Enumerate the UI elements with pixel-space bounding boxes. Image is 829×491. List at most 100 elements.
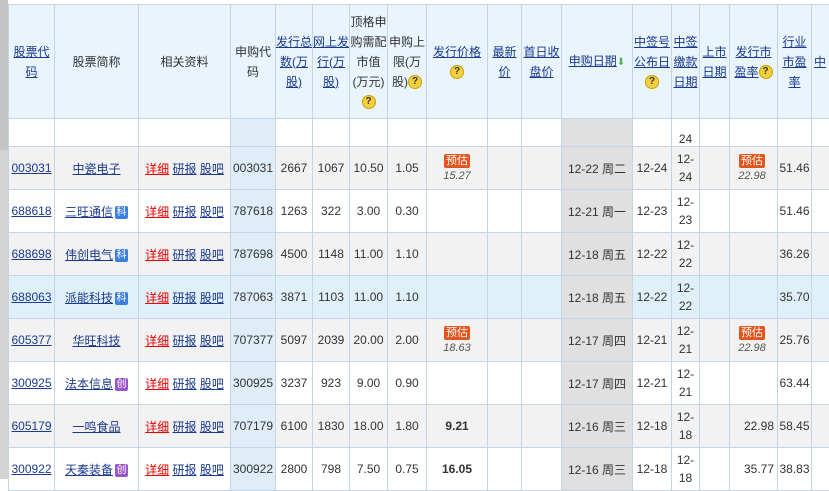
detail-link[interactable]: 详细 (145, 334, 169, 348)
detail-link[interactable]: 详细 (145, 377, 169, 391)
stock-name-link[interactable]: 伟创电气 (65, 248, 113, 262)
sub-code: 787698 (231, 233, 276, 276)
help-icon[interactable]: ? (645, 75, 659, 89)
stock-name-cell[interactable]: 三旺通信科 (55, 190, 139, 233)
sort-next-link[interactable]: 中 (814, 55, 826, 69)
stock-name-link[interactable]: 派能科技 (65, 291, 113, 305)
header-next[interactable]: 中 (812, 5, 829, 119)
forum-link[interactable]: 股吧 (200, 162, 224, 176)
stock-name-link[interactable]: 一鸣食品 (72, 420, 120, 434)
stock-name-link[interactable]: 华旺科技 (72, 334, 120, 348)
estimate-badge: 预估 (739, 154, 765, 168)
stock-code-cell[interactable]: 300922 (9, 448, 55, 491)
stock-code-link[interactable]: 688698 (11, 247, 51, 261)
forum-link[interactable]: 股吧 (200, 334, 224, 348)
stock-name-cell[interactable]: 伟创电气科 (55, 233, 139, 276)
sort-ind-pe-link[interactable]: 行业市盈率 (782, 35, 806, 89)
detail-link[interactable]: 详细 (145, 463, 169, 477)
stock-code-link[interactable]: 300922 (11, 462, 51, 476)
report-link[interactable]: 研报 (172, 420, 196, 434)
help-icon[interactable]: ? (408, 75, 422, 89)
stock-code-cell[interactable]: 688063 (9, 276, 55, 319)
stock-code-link[interactable]: 605377 (11, 333, 51, 347)
lot-pub-date: 12-21 (633, 362, 672, 405)
report-link[interactable]: 研报 (172, 291, 196, 305)
sort-sub-date-link[interactable]: 申购日期 (569, 54, 617, 68)
pay-date-text: 12-24 (677, 152, 694, 184)
header-list-date[interactable]: 上市日期 (700, 5, 730, 119)
stock-code-link[interactable]: 003031 (11, 161, 51, 175)
scrollbar-thumb[interactable] (0, 0, 8, 150)
sort-first-close-link[interactable]: 首日收盘价 (523, 45, 559, 79)
detail-link[interactable]: 详细 (145, 420, 169, 434)
stock-code-cell[interactable]: 300925 (9, 362, 55, 405)
header-sub-date[interactable]: 申购日期⬇ (562, 5, 633, 119)
sort-code-link[interactable]: 股票代码 (13, 45, 49, 79)
header-total[interactable]: 发行总数(万股) (276, 5, 313, 119)
help-icon[interactable]: ? (450, 65, 464, 79)
report-link[interactable]: 研报 (172, 463, 196, 477)
report-link[interactable]: 研报 (172, 162, 196, 176)
detail-link[interactable]: 详细 (145, 248, 169, 262)
scrollbar[interactable] (0, 0, 8, 479)
stock-name-cell[interactable]: 派能科技科 (55, 276, 139, 319)
next-cell (812, 276, 829, 319)
stock-code-link[interactable]: 688063 (11, 290, 51, 304)
forum-link[interactable]: 股吧 (200, 291, 224, 305)
help-icon[interactable]: ? (362, 95, 376, 109)
header-pay-date[interactable]: 中签缴款日期 (672, 5, 700, 119)
table-row: 300922 天秦装备创 详细 研报 股吧 300922 2800 798 7.… (9, 448, 829, 491)
online-shares: 923 (313, 362, 350, 405)
header-code[interactable]: 股票代码 (9, 5, 55, 119)
stock-name-link[interactable]: 天秦装备 (65, 463, 113, 477)
sort-pay-date-link[interactable]: 中签缴款日期 (673, 35, 697, 89)
forum-link[interactable]: 股吧 (200, 420, 224, 434)
stock-name-cell[interactable]: 华旺科技 (55, 319, 139, 362)
header-online[interactable]: 网上发行(万股) (313, 5, 350, 119)
forum-link[interactable]: 股吧 (200, 377, 224, 391)
forum-link[interactable]: 股吧 (200, 248, 224, 262)
sort-latest-link[interactable]: 最新价 (492, 45, 516, 79)
stock-name-cell[interactable]: 天秦装备创 (55, 448, 139, 491)
detail-link[interactable]: 详细 (145, 205, 169, 219)
stock-code-cell[interactable]: 688698 (9, 233, 55, 276)
report-link[interactable]: 研报 (172, 205, 196, 219)
issue-price-cell: 预估15.27 (427, 147, 488, 190)
forum-link[interactable]: 股吧 (200, 205, 224, 219)
header-lot-pub[interactable]: 中签号公布日? (633, 5, 672, 119)
header-pe[interactable]: 发行市盈率? (730, 5, 778, 119)
sort-lot-pub-link[interactable]: 中签号公布日 (634, 35, 670, 69)
sort-online-link[interactable]: 网上发行(万股) (313, 35, 349, 89)
sort-list-date-link[interactable]: 上市日期 (702, 45, 726, 79)
stock-name-link[interactable]: 中瓷电子 (72, 162, 120, 176)
header-limit: 申购上限(万股)? (388, 5, 427, 119)
stock-code-link[interactable]: 605179 (11, 419, 51, 433)
stock-code-cell[interactable]: 605377 (9, 319, 55, 362)
stock-name-cell[interactable]: 中瓷电子 (55, 147, 139, 190)
stock-code-cell[interactable]: 688618 (9, 190, 55, 233)
help-icon[interactable]: ? (759, 65, 773, 79)
pay-date: 12-22 (672, 233, 700, 276)
header-first-close[interactable]: 首日收盘价 (522, 5, 562, 119)
stock-code-link[interactable]: 688618 (11, 204, 51, 218)
stock-code-cell[interactable]: 605179 (9, 405, 55, 448)
report-link[interactable]: 研报 (172, 377, 196, 391)
report-link[interactable]: 研报 (172, 248, 196, 262)
stock-name-link[interactable]: 法本信息 (65, 377, 113, 391)
header-top-mv: 顶格申购需配市值(万元)? (350, 5, 388, 119)
header-ind-pe[interactable]: 行业市盈率 (778, 5, 812, 119)
header-price[interactable]: 发行价格? (427, 5, 488, 119)
header-latest[interactable]: 最新价 (488, 5, 522, 119)
detail-link[interactable]: 详细 (145, 291, 169, 305)
sort-total-link[interactable]: 发行总数(万股) (276, 35, 312, 89)
stock-name-link[interactable]: 三旺通信 (65, 205, 113, 219)
stock-name-cell[interactable]: 法本信息创 (55, 362, 139, 405)
stock-name-cell[interactable]: 一鸣食品 (55, 405, 139, 448)
forum-link[interactable]: 股吧 (200, 463, 224, 477)
detail-link[interactable]: 详细 (145, 162, 169, 176)
stock-code-link[interactable]: 300925 (11, 376, 51, 390)
next-cell (812, 319, 829, 362)
report-link[interactable]: 研报 (172, 334, 196, 348)
sort-price-link[interactable]: 发行价格 (433, 45, 481, 59)
stock-code-cell[interactable]: 003031 (9, 147, 55, 190)
